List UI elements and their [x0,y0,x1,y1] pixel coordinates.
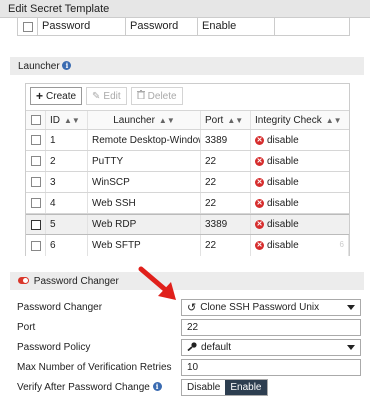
sort-icon: ▲▼ [227,115,244,125]
retries-label: Max Number of Verification Retries [17,362,172,373]
cell-port: 22 [201,235,251,256]
undo-icon: ↺ [187,302,197,314]
verify-row: Verify After Password Change i Disable E… [17,379,367,397]
row-checkbox[interactable] [30,219,41,230]
row-checkbox[interactable] [30,156,41,166]
column-header-launcher[interactable]: Launcher ▲▼ [88,111,201,129]
trash-icon [136,90,145,102]
cell-id: 2 [46,151,88,171]
launcher-toolbar: + Create ✎ Edit Delete [30,87,183,105]
launcher-section-header: Launcher i [10,57,364,75]
window-title: Edit Secret Template [0,0,370,18]
cell-integrity: ✕ disable [255,197,299,209]
cell-id: 5 [46,215,88,234]
port-input[interactable]: 22 [181,319,361,336]
table-header: ID ▲▼ Launcher ▲▼ Port ▲▼ Integrity Check ▲▼ [26,110,349,130]
column-header-id[interactable]: ID ▲▼ [46,111,88,129]
cell-id: 1 [46,130,88,150]
field-type: Password [126,18,198,35]
key-icon [187,341,197,354]
password-changer-section-title: Password Changer [33,276,119,287]
cell-id: 3 [46,172,88,192]
password-policy-label: Password Policy [17,342,91,353]
table-row[interactable]: 4 Web SSH 22 ✕ disable [26,193,349,214]
column-header-port[interactable]: Port ▲▼ [201,111,251,129]
pencil-icon: ✎ [92,90,101,102]
table-row[interactable]: 5 Web RDP 3389 ✕ disable [26,214,349,235]
row-checkbox[interactable] [30,135,41,145]
cell-id: 4 [46,193,88,213]
row-checkbox[interactable] [30,177,41,187]
cell-launcher: Web SFTP [88,235,201,256]
row-checkbox[interactable] [30,240,41,251]
chevron-down-icon [347,345,355,350]
cell-integrity: ✕ disable [251,235,349,256]
toggle-icon[interactable] [18,277,29,284]
disable-icon: ✕ [255,241,264,250]
cell-port: 22 [201,193,251,213]
cell-launcher: Web RDP [88,215,201,234]
cell-launcher: Web SSH [88,193,201,213]
password-changer-label: Password Changer [17,302,103,313]
chevron-down-icon [347,305,355,310]
row-count-hint: 6 [339,240,344,249]
row-checkbox[interactable] [22,21,33,32]
cell-port: 22 [201,172,251,192]
info-icon[interactable]: i [152,382,162,391]
cell-launcher: WinSCP [88,172,201,192]
disable-icon: ✕ [255,156,264,166]
cell-port: 3389 [201,215,251,234]
sort-icon: ▲▼ [325,115,342,125]
cell-port: 22 [201,151,251,171]
column-header-integrity[interactable]: Integrity Check ▲▼ [251,111,349,129]
cell-integrity: ✕ disable [255,176,299,188]
sort-icon: ▲▼ [158,115,175,125]
password-changer-section-header: Password Changer [10,272,364,290]
disable-icon: ✕ [255,198,264,208]
verify-enable-option[interactable]: Enable [225,380,267,395]
password-changer-row: Password Changer ↺ Clone SSH Password Un… [17,299,367,317]
table-row[interactable]: 6 Web SFTP 22 ✕ disable 6 [26,235,349,256]
cell-integrity: ✕ disable [255,155,299,167]
verify-toggle: Disable Enable [181,379,268,396]
port-row: Port 22 [17,319,367,337]
table-row[interactable]: 2 PuTTY 22 ✕ disable [26,151,349,172]
password-field-row[interactable]: Password Password Enable [17,18,350,36]
disable-icon: ✕ [255,220,264,229]
disable-icon: ✕ [255,135,264,145]
retries-input[interactable]: 10 [181,359,361,376]
delete-button[interactable]: Delete [130,87,183,105]
cell-port: 3389 [201,130,251,150]
select-all-checkbox[interactable] [30,115,41,125]
cell-id: 6 [46,235,88,256]
plus-icon: + [36,89,44,103]
cell-launcher: Remote Desktop-Windows [88,130,201,150]
cell-integrity: ✕ disable [255,134,299,146]
info-icon[interactable]: i [62,61,72,70]
disable-icon: ✕ [255,177,264,187]
cell-launcher: PuTTY [88,151,201,171]
launcher-section-title: Launcher [18,61,60,72]
row-checkbox[interactable] [30,198,41,208]
create-button[interactable]: + Create [30,87,83,105]
password-policy-select[interactable]: default [181,339,361,356]
verify-label: Verify After Password Change i [17,382,162,393]
sort-icon: ▲▼ [64,115,80,125]
field-status: Enable [198,18,275,35]
table-row[interactable]: 3 WinSCP 22 ✕ disable [26,172,349,193]
port-label: Port [17,322,36,333]
verify-disable-option[interactable]: Disable [182,380,225,395]
launcher-table: ID ▲▼ Launcher ▲▼ Port ▲▼ Integrity Check ▲▼… [26,110,349,256]
cell-integrity: ✕ disable [255,219,299,230]
retries-row: Max Number of Verification Retries 10 [17,359,367,377]
password-policy-row: Password Policy default [17,339,367,357]
edit-button[interactable]: ✎ Edit [86,87,127,105]
password-changer-select[interactable]: ↺ Clone SSH Password Unix [181,299,361,316]
field-name: Password [38,18,126,35]
table-row[interactable]: 1 Remote Desktop-Windows 3389 ✕ disable [26,130,349,151]
